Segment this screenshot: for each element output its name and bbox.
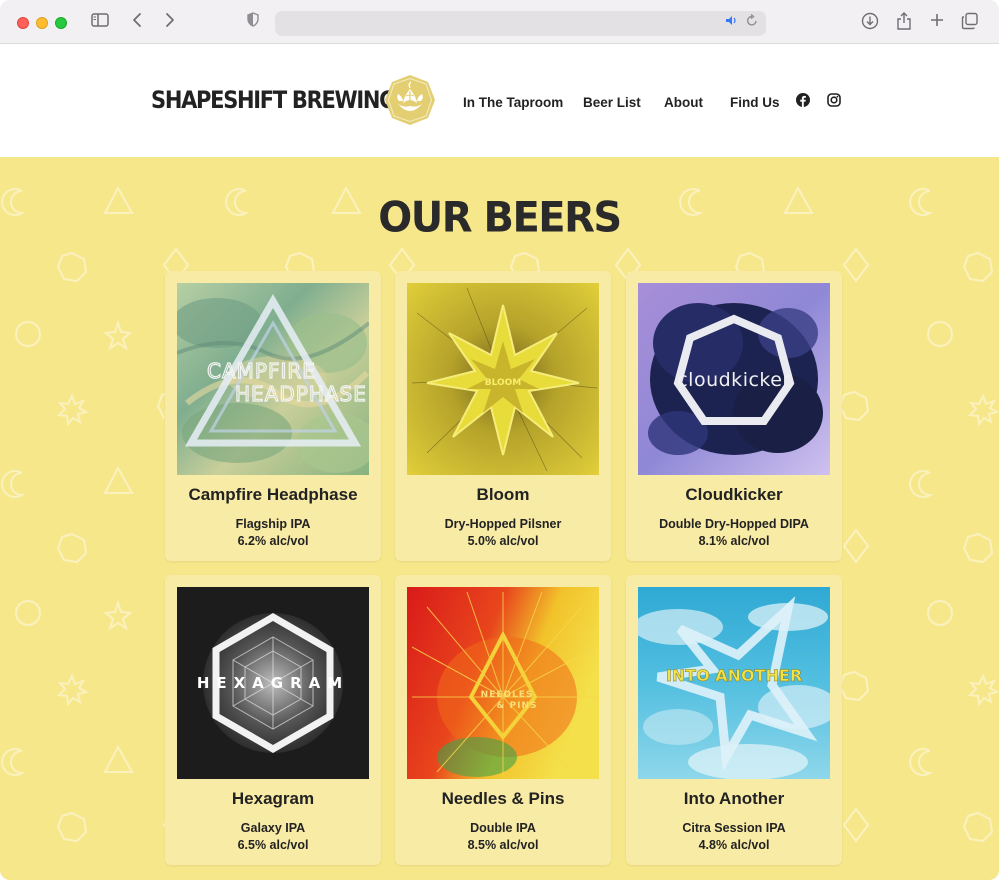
browser-window: SHAPESHIFT BREWING In The Taproom Beer L… (0, 0, 999, 880)
needles-and-pins-label-art[interactable]: NEEDLES & PINS (407, 587, 599, 779)
page-title: OUR BEERS (378, 193, 622, 243)
beer-style: Dry-Hopped Pilsner (444, 517, 562, 531)
beer-card-cloudkicker[interactable]: cloudkicker Cloudkicker Double Dry-Hoppe… (626, 271, 842, 561)
beer-style: Citra Session IPA (682, 821, 786, 835)
nav-about[interactable]: About (664, 95, 703, 110)
privacy-shield-icon[interactable] (246, 12, 260, 32)
nav-in-the-taproom[interactable]: In The Taproom (463, 95, 563, 110)
sidebar-icon[interactable] (90, 12, 110, 32)
instagram-icon[interactable] (827, 93, 841, 107)
brand-logo-text[interactable]: SHAPESHIFT BREWING (151, 86, 396, 114)
facebook-icon[interactable] (796, 93, 810, 107)
cloudkicker-label-art[interactable]: cloudkicker (638, 283, 830, 475)
hexagram-label-art[interactable]: HEXAGRAM (177, 587, 369, 779)
art-text-pins: & PINS (497, 701, 538, 711)
tab-overview-icon[interactable] (960, 12, 980, 32)
beer-style: Double IPA (470, 821, 536, 835)
beer-abv: 4.8% alc/vol (698, 838, 770, 852)
browser-toolbar (0, 0, 999, 44)
forward-icon[interactable] (163, 12, 177, 32)
beer-abv: 8.1% alc/vol (698, 534, 770, 548)
beer-card-campfire-headphase[interactable]: CAMPFIRE HEADPHASE Campfire Headphase Fl… (165, 271, 381, 561)
share-icon[interactable] (894, 12, 914, 32)
beer-name[interactable]: Campfire Headphase (165, 485, 381, 505)
art-text-into-another: INTO ANOTHER (666, 666, 802, 685)
beer-name[interactable]: Cloudkicker (626, 485, 842, 505)
beer-style: Double Dry-Hopped DIPA (659, 517, 809, 531)
art-text-needles: NEEDLES (481, 690, 534, 700)
beer-abv: 5.0% alc/vol (467, 534, 539, 548)
nav-beer-list[interactable]: Beer List (583, 95, 641, 110)
beer-style: Flagship IPA (235, 517, 311, 531)
close-window-button[interactable] (17, 17, 29, 29)
beer-name[interactable]: Needles & Pins (395, 789, 611, 809)
beer-card-bloom[interactable]: BLOOM Bloom Dry-Hopped Pilsner 5.0% alc/… (395, 271, 611, 561)
speaker-icon[interactable] (725, 15, 738, 29)
art-text-cloudkicker: cloudkicker (677, 369, 791, 391)
art-text-campfire: CAMPFIRE (207, 359, 316, 383)
beer-abv: 6.2% alc/vol (237, 534, 309, 548)
art-text-hexagram: HEXAGRAM (197, 674, 349, 692)
beer-card-into-another[interactable]: INTO ANOTHER Into Another Citra Session … (626, 575, 842, 865)
campfire-headphase-label-art[interactable]: CAMPFIRE HEADPHASE (177, 283, 369, 475)
art-text-headphase: HEADPHASE (235, 382, 367, 406)
beer-style: Galaxy IPA (240, 821, 306, 835)
nav-find-us[interactable]: Find Us (730, 95, 780, 110)
reload-icon[interactable] (746, 13, 758, 31)
beer-name[interactable]: Hexagram (165, 789, 381, 809)
art-text-bloom: BLOOM (485, 378, 522, 388)
minimize-window-button[interactable] (36, 17, 48, 29)
beer-card-needles-and-pins[interactable]: NEEDLES & PINS Needles & Pins Double IPA… (395, 575, 611, 865)
hop-logo-icon[interactable] (384, 74, 436, 126)
beer-name[interactable]: Into Another (626, 789, 842, 809)
zoom-window-button[interactable] (55, 17, 67, 29)
beers-section: OUR BEERS CAMPFIRE HEADPHASE Campfire He… (0, 157, 999, 880)
address-bar[interactable] (275, 11, 766, 36)
beer-abv: 8.5% alc/vol (467, 838, 539, 852)
downloads-icon[interactable] (860, 12, 880, 32)
beer-abv: 6.5% alc/vol (237, 838, 309, 852)
bloom-label-art[interactable]: BLOOM (407, 283, 599, 475)
back-icon[interactable] (130, 12, 144, 32)
beer-name[interactable]: Bloom (395, 485, 611, 505)
site-header: SHAPESHIFT BREWING In The Taproom Beer L… (0, 44, 999, 157)
into-another-label-art[interactable]: INTO ANOTHER (638, 587, 830, 779)
beer-card-hexagram[interactable]: HEXAGRAM Hexagram Galaxy IPA 6.5% alc/vo… (165, 575, 381, 865)
new-tab-icon[interactable] (927, 12, 947, 32)
